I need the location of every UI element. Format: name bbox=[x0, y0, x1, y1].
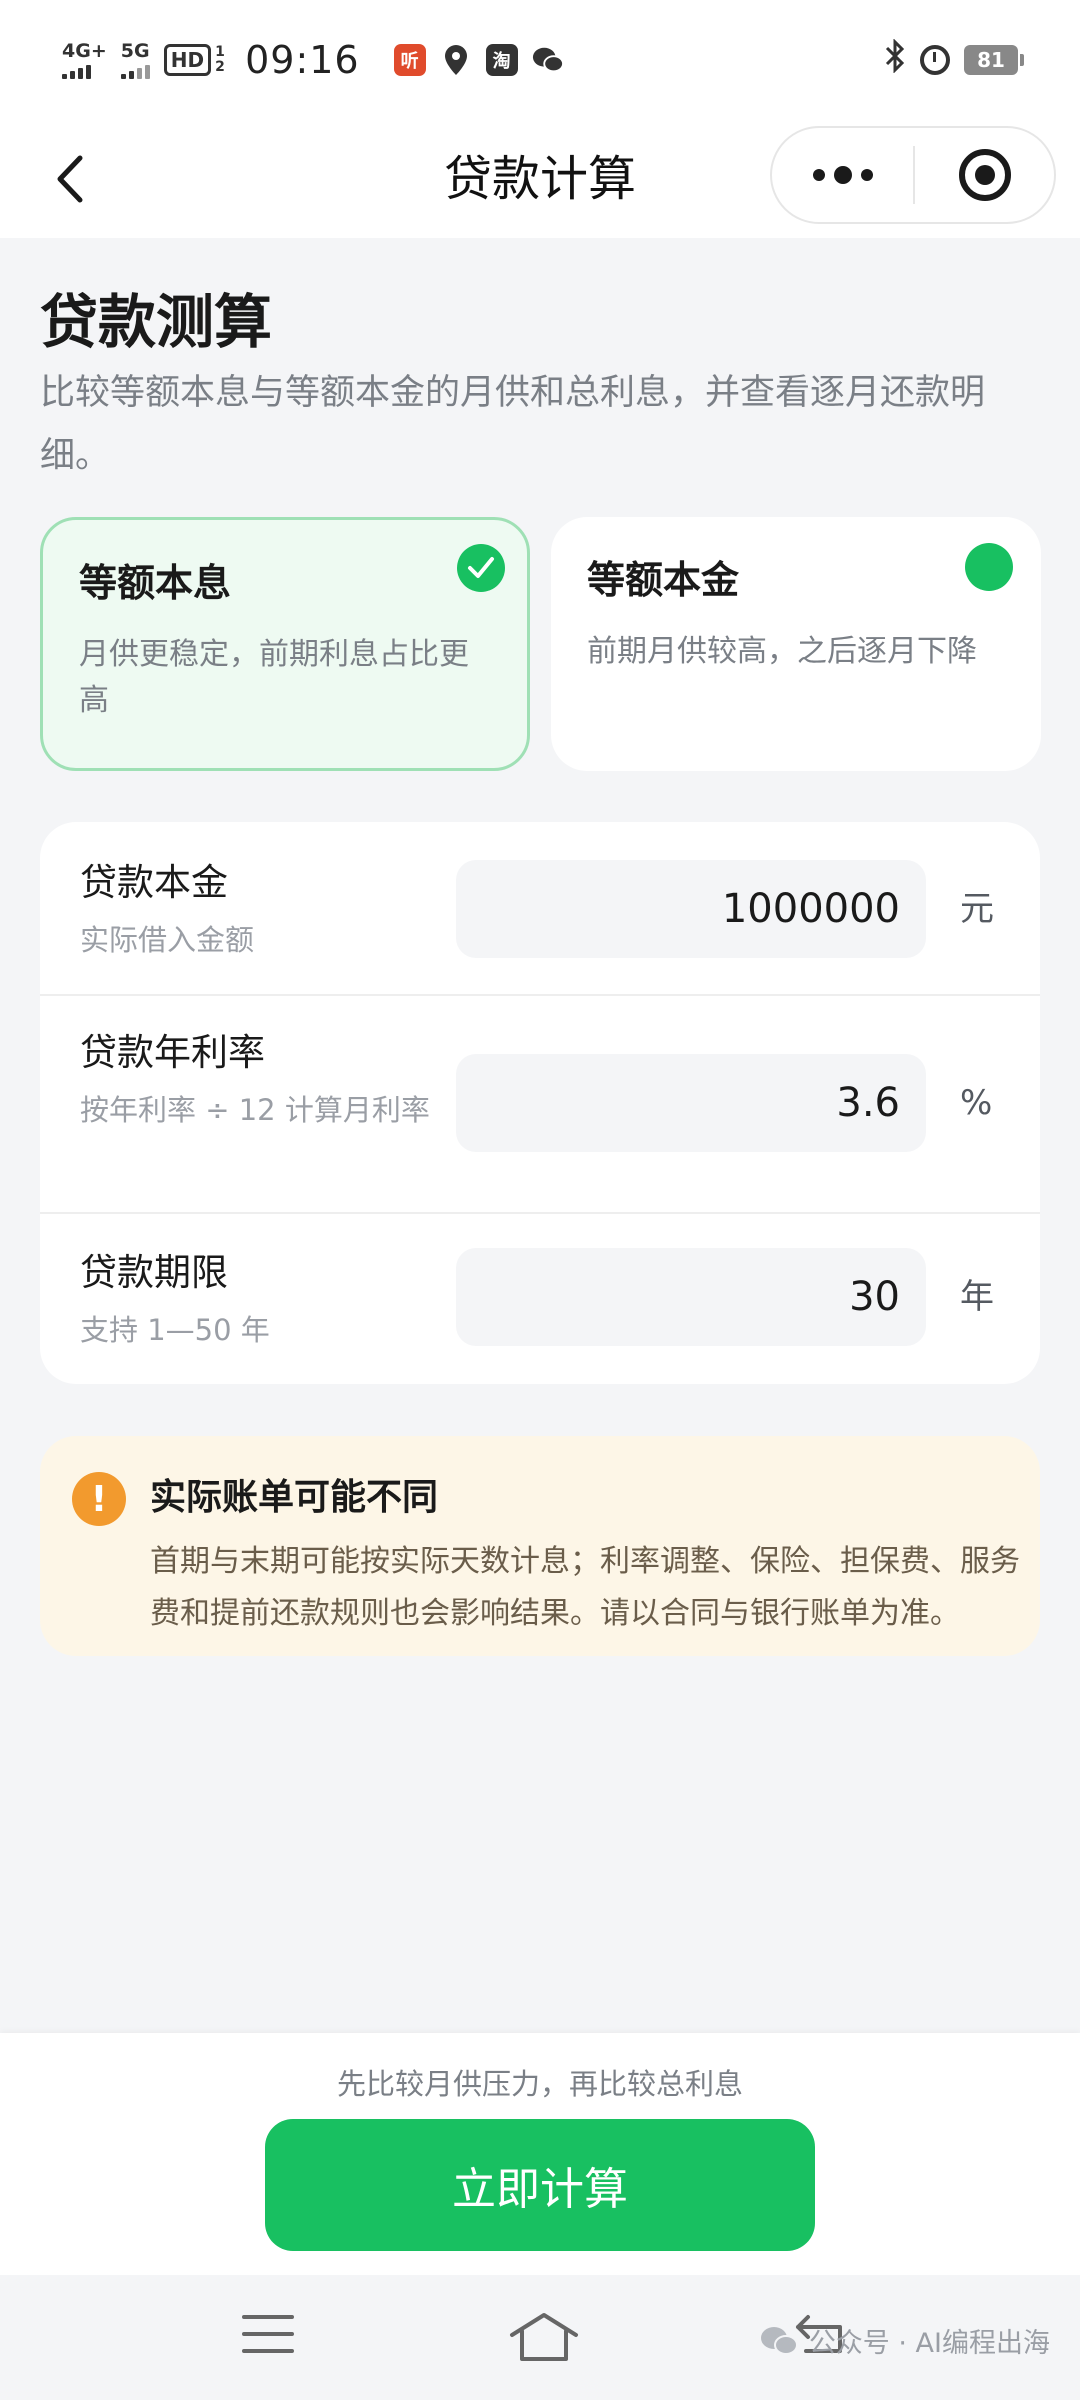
target-circle-icon bbox=[958, 149, 1011, 201]
bottom-action-bar: 先比较月供压力，再比较总利息 立即计算 bbox=[0, 2033, 1080, 2275]
page-subtitle: 比较等额本息与等额本金的月供和总利息，并查看逐月还款明细。 bbox=[40, 373, 986, 476]
status-right: 81 bbox=[884, 38, 1024, 81]
term-unit: 年 bbox=[960, 1277, 994, 1317]
status-left: 4G+ 5G HD 1 2 09:16 听 淘 bbox=[62, 38, 564, 82]
network-4g: 4G+ bbox=[62, 39, 107, 79]
rate-label: 贷款年利率 bbox=[80, 1031, 265, 1074]
principal-unit: 元 bbox=[960, 889, 994, 929]
location-pin-icon bbox=[440, 44, 472, 76]
clock-time: 09:16 bbox=[245, 38, 360, 82]
system-nav-bar: 公众号 · AI编程出海 bbox=[0, 2275, 1080, 2400]
notice-body: 首期与末期可能按实际天数计息；利率调整、保险、担保费、服务费和提前还款规则也会影… bbox=[150, 1544, 1020, 1631]
home-icon bbox=[510, 2313, 578, 2361]
watermark-text: 公众号 · AI编程出海 bbox=[808, 2328, 1050, 2359]
recent-apps-button[interactable] bbox=[240, 2309, 304, 2365]
battery-icon: 81 bbox=[964, 45, 1024, 75]
notice-box: ! 实际账单可能不同 首期与末期可能按实际天数计息；利率调整、保险、担保费、服务… bbox=[40, 1436, 1040, 1656]
principal-hint: 实际借入金额 bbox=[80, 923, 255, 957]
wechat-official-icon bbox=[760, 2326, 798, 2355]
form-row-term: 贷款期限 支持 1—50 年 年 bbox=[40, 1212, 1040, 1384]
hd-badge: HD bbox=[163, 44, 212, 76]
rate-unit: % bbox=[960, 1083, 993, 1123]
exclamation-icon: ! bbox=[72, 1472, 126, 1526]
calculate-button[interactable]: 立即计算 bbox=[265, 2119, 815, 2251]
back-button[interactable] bbox=[42, 152, 96, 206]
term-hint: 支持 1—50 年 bbox=[80, 1313, 270, 1347]
page-title: 贷款测算 bbox=[40, 288, 273, 356]
hd-sub: 1 2 bbox=[215, 43, 225, 75]
mini-program-capsule bbox=[770, 126, 1056, 224]
more-dots-icon bbox=[812, 166, 873, 184]
close-button[interactable] bbox=[915, 128, 1054, 222]
network-4g-label: 4G+ bbox=[62, 39, 107, 62]
status-bar: 4G+ 5G HD 1 2 09:16 听 淘 81 bbox=[0, 0, 1080, 120]
signal-bars-icon bbox=[120, 63, 150, 79]
alarm-icon bbox=[920, 45, 950, 75]
term-label: 贷款期限 bbox=[80, 1251, 228, 1294]
rate-hint: 按年利率 ÷ 12 计算月利率 bbox=[80, 1093, 430, 1127]
method-card-equal-installment[interactable]: 等额本息 月供更稳定，前期利息占比更高 bbox=[40, 517, 530, 771]
watermark: 公众号 · AI编程出海 bbox=[759, 2321, 1050, 2360]
method-card-equal-principal[interactable]: 等额本金 前期月供较高，之后逐月下降 bbox=[551, 517, 1041, 771]
form-row-rate: 贷款年利率 按年利率 ÷ 12 计算月利率 % bbox=[40, 994, 1040, 1212]
bluetooth-icon bbox=[884, 38, 906, 81]
notice-title: 实际账单可能不同 bbox=[150, 1477, 439, 1518]
principal-input[interactable] bbox=[456, 860, 926, 958]
check-icon bbox=[457, 544, 505, 592]
signal-bars-icon bbox=[62, 63, 91, 79]
ting-app-icon: 听 bbox=[393, 44, 426, 76]
menu-lines-icon bbox=[242, 2315, 294, 2353]
home-button[interactable] bbox=[508, 2309, 578, 2365]
taobao-app-icon: 淘 bbox=[485, 44, 518, 76]
rate-input[interactable] bbox=[456, 1054, 926, 1152]
principal-label: 贷款本金 bbox=[80, 861, 228, 904]
wechat-icon bbox=[532, 44, 564, 76]
loan-form: 贷款本金 实际借入金额 元 贷款年利率 按年利率 ÷ 12 计算月利率 % 贷款… bbox=[40, 822, 1040, 1384]
more-button[interactable] bbox=[772, 128, 913, 222]
radio-dot-icon bbox=[965, 543, 1013, 591]
chevron-left-icon bbox=[57, 155, 83, 203]
method-desc: 前期月供较高，之后逐月下降 bbox=[587, 634, 977, 669]
bottom-hint: 先比较月供压力，再比较总利息 bbox=[336, 2067, 743, 2101]
method-title: 等额本金 bbox=[587, 558, 740, 602]
nav-bar: 贷款计算 bbox=[0, 120, 1080, 238]
network-5g-label: 5G bbox=[120, 39, 150, 62]
method-desc: 月供更稳定，前期利息占比更高 bbox=[79, 637, 469, 718]
network-5g: 5G bbox=[120, 39, 150, 79]
form-row-principal: 贷款本金 实际借入金额 元 bbox=[40, 822, 1040, 994]
term-input[interactable] bbox=[456, 1248, 926, 1346]
method-title: 等额本息 bbox=[79, 561, 232, 605]
